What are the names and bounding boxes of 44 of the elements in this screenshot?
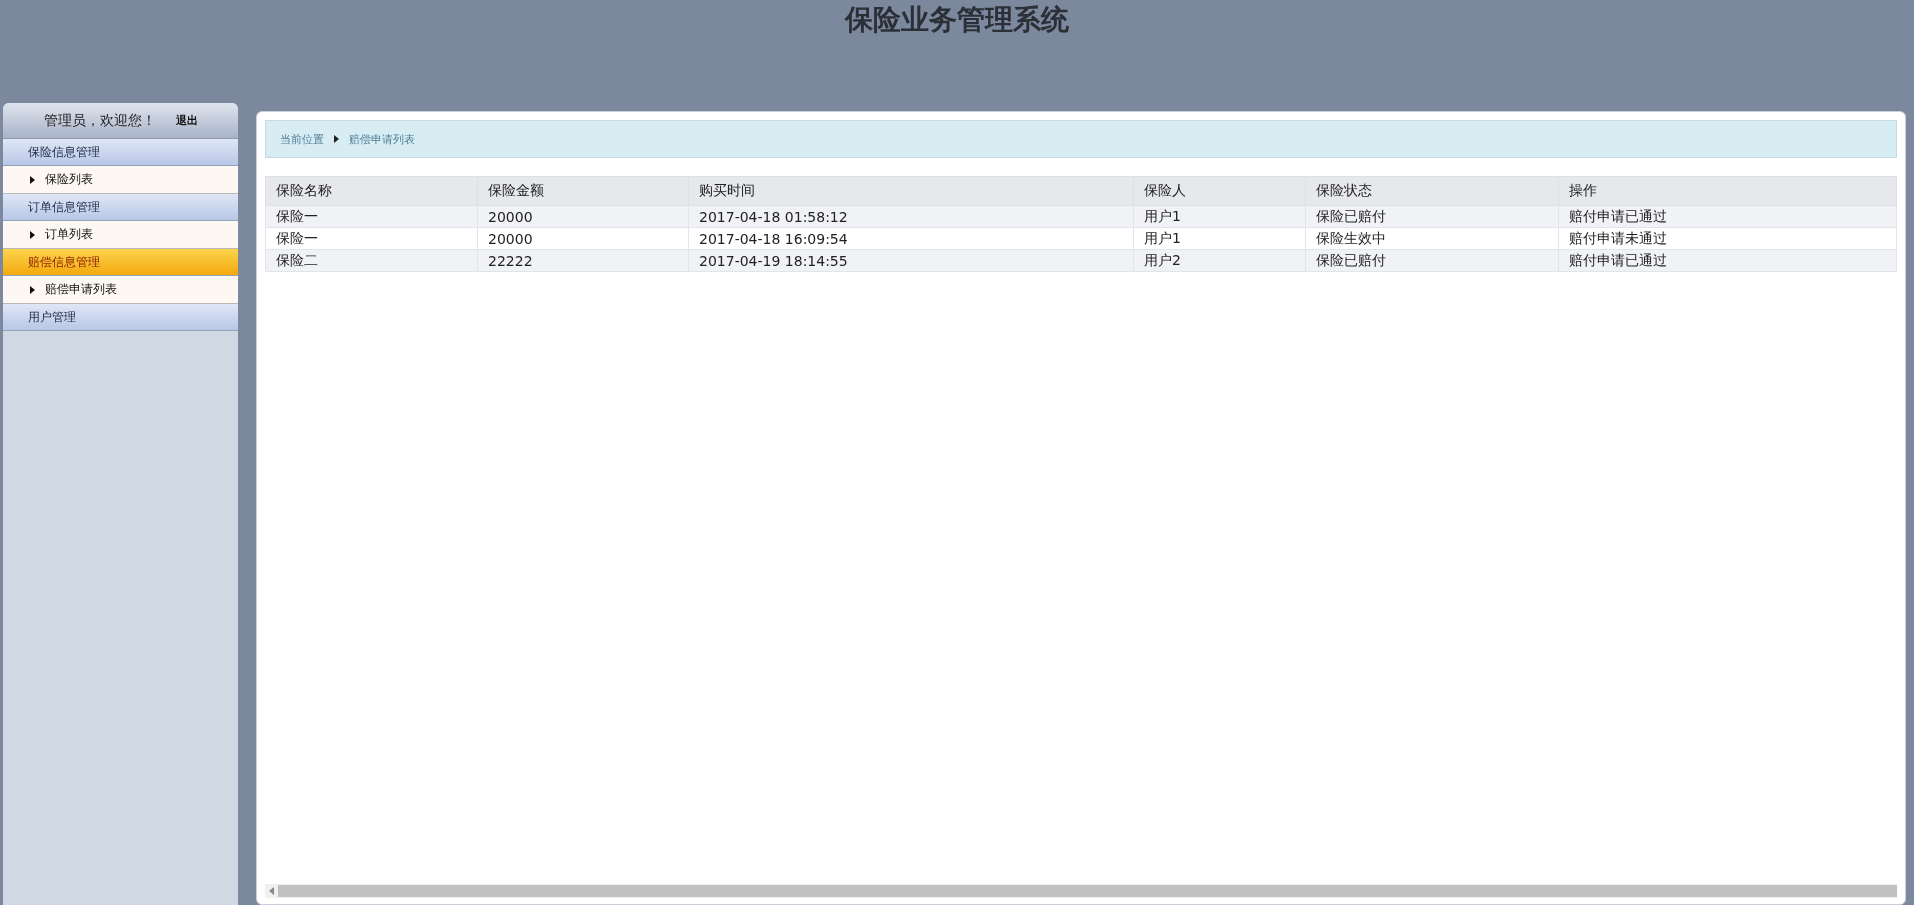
- table-cell: 用户1: [1133, 227, 1306, 250]
- table-cell: 保险一: [265, 227, 478, 250]
- logout-link[interactable]: 退出: [175, 113, 198, 128]
- table-cell: 2017-04-19 18:14:55: [688, 249, 1134, 272]
- triangle-icon: [334, 135, 339, 143]
- menu-item-label: 保险列表: [45, 171, 93, 188]
- table-cell: 保险一: [265, 205, 478, 228]
- column-header: 操作: [1558, 176, 1897, 206]
- table-cell: 20000: [477, 227, 689, 250]
- table-cell: 赔付申请未通过: [1558, 227, 1897, 250]
- triangle-icon: [30, 285, 35, 294]
- menu-group[interactable]: 赔偿信息管理: [3, 249, 238, 276]
- column-header: 购买时间: [688, 176, 1134, 206]
- table-cell: 用户1: [1133, 205, 1306, 228]
- menu-group[interactable]: 订单信息管理: [3, 194, 238, 221]
- page-title: 保险业务管理系统: [845, 2, 1069, 38]
- breadcrumb-item: 赔偿申请列表: [349, 131, 415, 147]
- column-header: 保险人: [1133, 176, 1306, 206]
- menu-group[interactable]: 用户管理: [3, 304, 238, 331]
- menu-item-label: 赔偿申请列表: [45, 281, 117, 298]
- table-cell: 22222: [477, 249, 689, 272]
- column-header: 保险金额: [477, 176, 689, 206]
- menu-item[interactable]: 保险列表: [3, 166, 238, 194]
- table-cell: 保险生效中: [1305, 227, 1559, 250]
- menu-item[interactable]: 赔偿申请列表: [3, 276, 238, 304]
- triangle-icon: [30, 175, 35, 184]
- column-header: 保险名称: [265, 176, 478, 206]
- scroll-left-icon[interactable]: [269, 887, 274, 895]
- table-cell: 赔付申请已通过: [1558, 249, 1897, 272]
- table-cell: 保险已赔付: [1305, 249, 1559, 272]
- triangle-icon: [30, 230, 35, 239]
- breadcrumb-item: 当前位置: [280, 131, 324, 147]
- table-cell: 用户2: [1133, 249, 1306, 272]
- column-header: 保险状态: [1305, 176, 1559, 206]
- menu-item[interactable]: 订单列表: [3, 221, 238, 249]
- table-cell: 赔付申请已通过: [1558, 205, 1897, 228]
- menu-item-label: 订单列表: [45, 226, 93, 243]
- table-cell: 2017-04-18 16:09:54: [688, 227, 1134, 250]
- welcome-text: 管理员，欢迎您！: [43, 111, 156, 130]
- table-cell: 保险已赔付: [1305, 205, 1559, 228]
- menu-group[interactable]: 保险信息管理: [3, 139, 238, 166]
- table-cell: 保险二: [265, 249, 478, 272]
- table-cell: 2017-04-18 01:58:12: [688, 205, 1134, 228]
- table-cell: 20000: [477, 205, 689, 228]
